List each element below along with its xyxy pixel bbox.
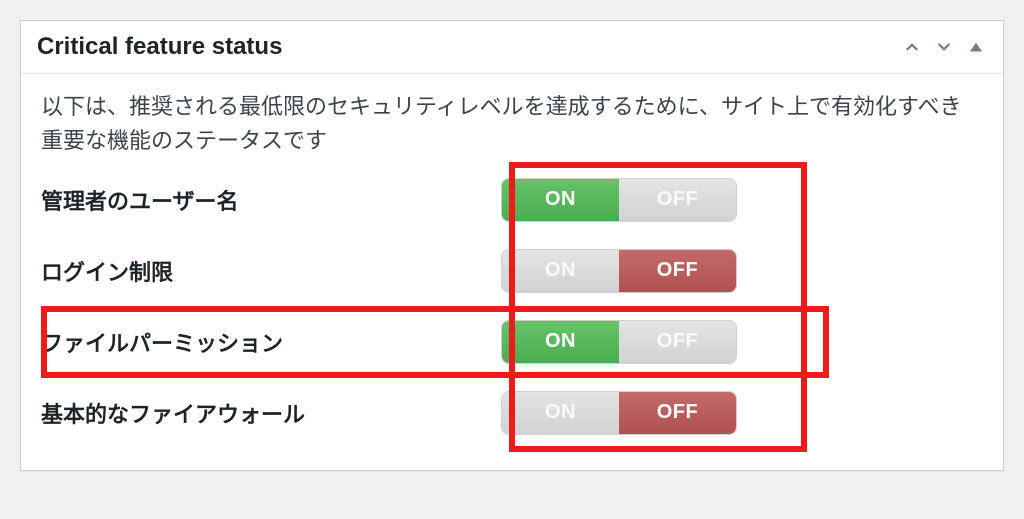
toggle-login-limit[interactable]: ON OFF [501,249,737,293]
feature-label: ファイルパーミッション [41,326,501,358]
feature-row-file-permission: ファイルパーミッション ON OFF [41,306,983,377]
toggle-admin-username[interactable]: ON OFF [501,178,737,222]
widget-description: 以下は、推奨される最低限のセキュリティレベルを達成するために、サイト上で有効化す… [41,90,983,158]
feature-label: ログイン制限 [41,255,501,287]
widget-header: Critical feature status [21,21,1003,74]
toggle-wrap: ON OFF [501,391,983,435]
feature-row-basic-firewall: 基本的なファイアウォール ON OFF [41,377,983,448]
toggle-on-label: ON [502,392,619,434]
toggle-file-permission[interactable]: ON OFF [501,320,737,364]
feature-label: 管理者のユーザー名 [41,184,501,216]
chevron-down-icon[interactable] [933,36,955,58]
toggle-wrap: ON OFF [501,178,983,222]
toggle-on-label: ON [502,179,619,221]
feature-label: 基本的なファイアウォール [41,397,501,429]
widget-body: 以下は、推奨される最低限のセキュリティレベルを達成するために、サイト上で有効化す… [21,74,1003,470]
toggle-off-label: OFF [619,179,736,221]
toggle-off-label: OFF [619,392,736,434]
feature-row-admin-username: 管理者のユーザー名 ON OFF [41,164,983,235]
toggle-on-label: ON [502,321,619,363]
toggle-off-label: OFF [619,321,736,363]
collapse-triangle-icon[interactable] [965,36,987,58]
chevron-up-icon[interactable] [901,36,923,58]
widget-title: Critical feature status [37,33,282,61]
critical-feature-status-widget: Critical feature status 以下は、推奨される最低限のセキュ… [20,20,1004,471]
toggle-wrap: ON OFF [501,249,983,293]
feature-rows: 管理者のユーザー名 ON OFF ログイン制限 ON OFF [41,164,983,448]
feature-row-login-limit: ログイン制限 ON OFF [41,235,983,306]
widget-controls [901,36,987,58]
toggle-off-label: OFF [619,250,736,292]
toggle-wrap: ON OFF [501,320,983,364]
toggle-basic-firewall[interactable]: ON OFF [501,391,737,435]
toggle-on-label: ON [502,250,619,292]
